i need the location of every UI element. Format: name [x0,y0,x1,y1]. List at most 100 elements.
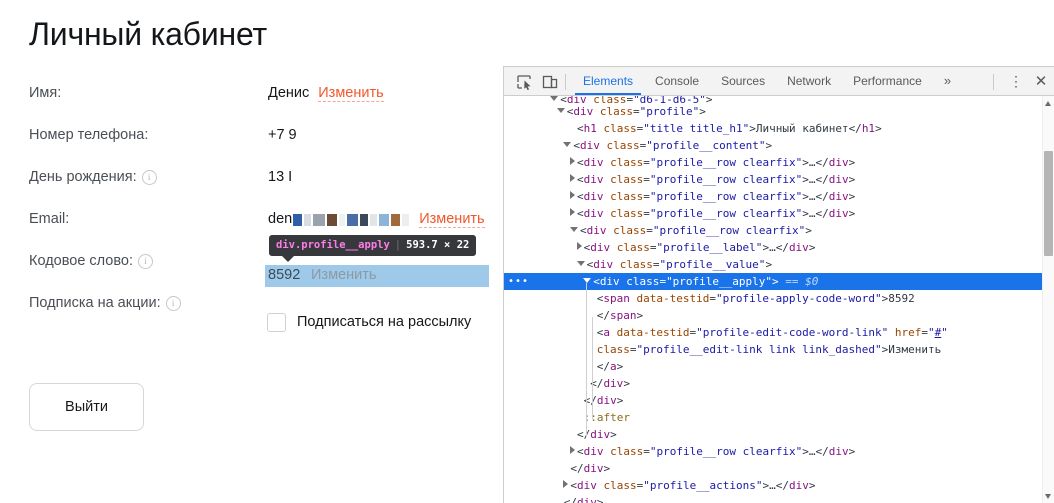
close-icon[interactable]: ✕ [1031,72,1051,92]
dom-token-punc: > [808,241,816,254]
dom-node[interactable]: <div class="profile__label">…</div> [504,239,1054,256]
profile-value-email-text: den [268,211,293,227]
info-icon[interactable]: i [141,170,157,185]
dom-token-punc: > [875,122,882,135]
logout-button[interactable]: Выйти [29,383,144,431]
scroll-down-arrow-icon[interactable] [1045,494,1051,499]
expand-triangle-icon[interactable] [570,446,575,454]
dom-token-punc: </ [775,479,789,492]
profile-value-name: Денис Изменить [268,85,384,102]
edit-name-link[interactable]: Изменить [318,85,384,102]
dom-node[interactable]: <div class="profile__row clearfix">…</di… [504,171,1054,188]
expand-triangle-icon[interactable] [570,191,575,199]
info-icon[interactable]: i [165,296,181,311]
expand-triangle-icon[interactable] [570,208,575,216]
dom-node[interactable]: <div class="profile__row clearfix">…</di… [504,154,1054,171]
dom-token-attr: data-testid [629,292,710,305]
dom-token-tag: div [828,173,849,186]
dom-node[interactable]: <div class="d6-1-d6-5"> [504,96,1054,103]
dom-node-dots-badge[interactable]: ••• [508,277,529,287]
edit-code-word-link[interactable]: Изменить [311,267,376,283]
subscribe-checkbox-label[interactable]: Подписаться на рассылку [297,314,471,330]
scroll-up-arrow-icon[interactable] [1045,101,1051,106]
dom-token-punc: </ [577,428,591,441]
inspector-tooltip-separator: | [394,239,402,251]
dom-token-punc: > [610,428,617,441]
dom-node[interactable]: <div class="profile__value"> [504,256,1054,273]
devtools-scrollbar-thumb[interactable] [1044,151,1053,256]
dom-node[interactable]: <h1 class="title title_h1">Личный кабине… [504,120,1054,137]
dom-token-tag: div [573,105,594,118]
dom-node[interactable]: </div> [504,460,1054,477]
dom-token-punc: = [629,343,637,356]
info-icon[interactable]: i [138,254,153,269]
dom-token-tag: div [583,173,604,186]
expand-triangle-icon[interactable] [576,242,582,250]
dom-token-punc: = [643,190,650,203]
dom-node[interactable]: <div class="profile__content"> [504,137,1054,154]
dom-token-punc: … [769,241,776,254]
dom-token-attr: class [599,139,640,152]
edit-email-link[interactable]: Изменить [419,211,485,228]
kebab-menu-icon[interactable]: ⋮ [1006,72,1026,92]
dom-node[interactable]: <div class="profile__row clearfix">…</di… [504,188,1054,205]
dom-token-tag: a [610,360,617,373]
dom-node[interactable]: <div class="profile"> [504,103,1054,120]
more-tabs-chevron-icon[interactable]: » [933,67,962,95]
dom-node[interactable]: </div> [504,494,1054,503]
tab-network[interactable]: Network [776,67,842,95]
dom-token-tag: div [828,190,849,203]
dom-node[interactable]: <div class="profile__row clearfix"> [504,222,1054,239]
dom-token-tag: div [590,428,611,441]
dom-node[interactable]: <div class="profile__row clearfix">…</di… [504,205,1054,222]
collapse-triangle-icon[interactable] [550,96,559,101]
collapse-triangle-icon[interactable] [570,227,578,232]
dom-token-punc: > [603,462,611,475]
dom-token-punc: = [643,156,650,169]
tab-performance[interactable]: Performance [842,67,933,95]
inspect-element-icon[interactable] [514,72,534,92]
dom-token-tag: span [603,292,630,305]
dom-token-punc: > [802,445,809,458]
profile-label-subscription: Подписка на акции: i [29,295,181,311]
dom-token-punc: </ [815,156,829,169]
subscribe-checkbox[interactable] [267,313,286,332]
dom-token-val: "profile__edit-link link link_dashed" [636,343,882,356]
inspector-tooltip: div.profile__apply | 593.7 × 22 [269,235,477,262]
expand-triangle-icon[interactable] [563,480,569,488]
expand-triangle-icon[interactable] [570,157,575,165]
profile-label-email-text: Email: [29,211,70,227]
dom-token-punc: </ [570,462,584,475]
dom-token-val: "profile__row clearfix" [652,224,806,237]
collapse-triangle-icon[interactable] [576,261,585,266]
dom-tree[interactable]: <div class="d6-1-d6-5"> <div class="profi… [504,96,1054,503]
dom-token-punc: = [633,105,640,118]
profile-label-code-word-text: Кодовое слово: [29,253,133,269]
dom-node[interactable]: <div class="profile__row clearfix">…</di… [504,443,1054,460]
dom-token-punc: > [805,224,812,237]
dom-token-punc: = [646,224,653,237]
dom-token-txt: Личный кабинет [755,122,849,135]
tab-elements[interactable]: Elements [572,67,644,95]
collapse-triangle-icon[interactable] [563,142,572,147]
dom-token-punc: </ [848,122,862,135]
tab-console[interactable]: Console [644,67,710,95]
device-toolbar-icon[interactable] [540,72,560,92]
devtools-toolbar: Elements Console Sources Network Perform… [504,67,1054,96]
dom-token-attr: class [603,156,644,169]
dom-token-txt: 8592 [888,292,915,305]
dom-token-tag: div [583,207,604,220]
dom-token-val: "profile__row clearfix" [649,173,803,186]
dom-token-punc: > [802,207,809,220]
collapse-triangle-icon[interactable] [556,108,565,113]
dom-token-punc: > [772,275,779,288]
dom-node[interactable]: <div class="profile__actions">…</div> [504,477,1054,494]
dom-token-punc: = [921,326,928,339]
dom-token-attr: class [596,479,637,492]
devtools-tab-bar: Elements Console Sources Network Perform… [572,67,962,95]
expand-triangle-icon[interactable] [570,174,575,182]
dom-token-punc: < [580,224,587,237]
collapse-triangle-icon[interactable] [583,278,592,283]
tab-sources[interactable]: Sources [710,67,776,95]
devtools-scrollbar[interactable] [1042,96,1054,503]
